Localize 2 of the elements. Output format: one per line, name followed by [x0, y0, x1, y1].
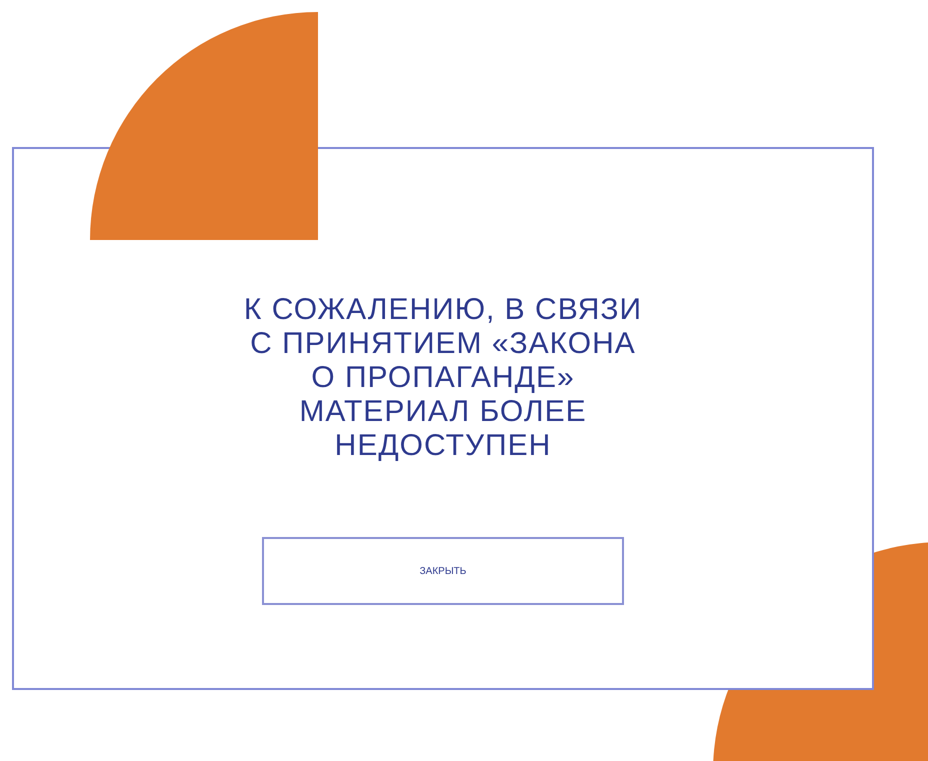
close-button[interactable]: ЗАКРЫТЬ	[262, 537, 624, 605]
message-text: К СОЖАЛЕНИЮ, В СВЯЗИ С ПРИНЯТИЕМ «ЗАКОНА О ПРОПАГАНДЕ» МАТЕРИАЛ БОЛЕЕ НЕДОСТУПЕН	[244, 293, 642, 463]
